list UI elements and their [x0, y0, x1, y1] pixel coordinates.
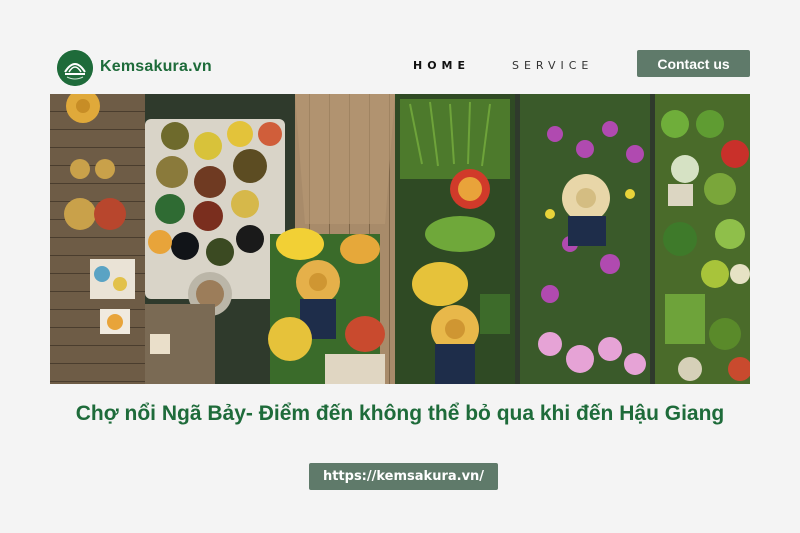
article-title: Chợ nổi Ngã Bảy- Điểm đến không thể bỏ q… [75, 402, 725, 425]
contact-us-button[interactable]: Contact us [637, 50, 750, 77]
brand-logo-icon[interactable] [57, 50, 93, 86]
nav-home-link[interactable]: HOME [413, 59, 470, 72]
website-url-badge[interactable]: https://kemsakura.vn/ [309, 463, 498, 490]
brand-name[interactable]: Kemsakura.vn [100, 58, 212, 76]
nav-service-link[interactable]: SERVICE [512, 59, 593, 72]
hero-image [50, 94, 750, 384]
